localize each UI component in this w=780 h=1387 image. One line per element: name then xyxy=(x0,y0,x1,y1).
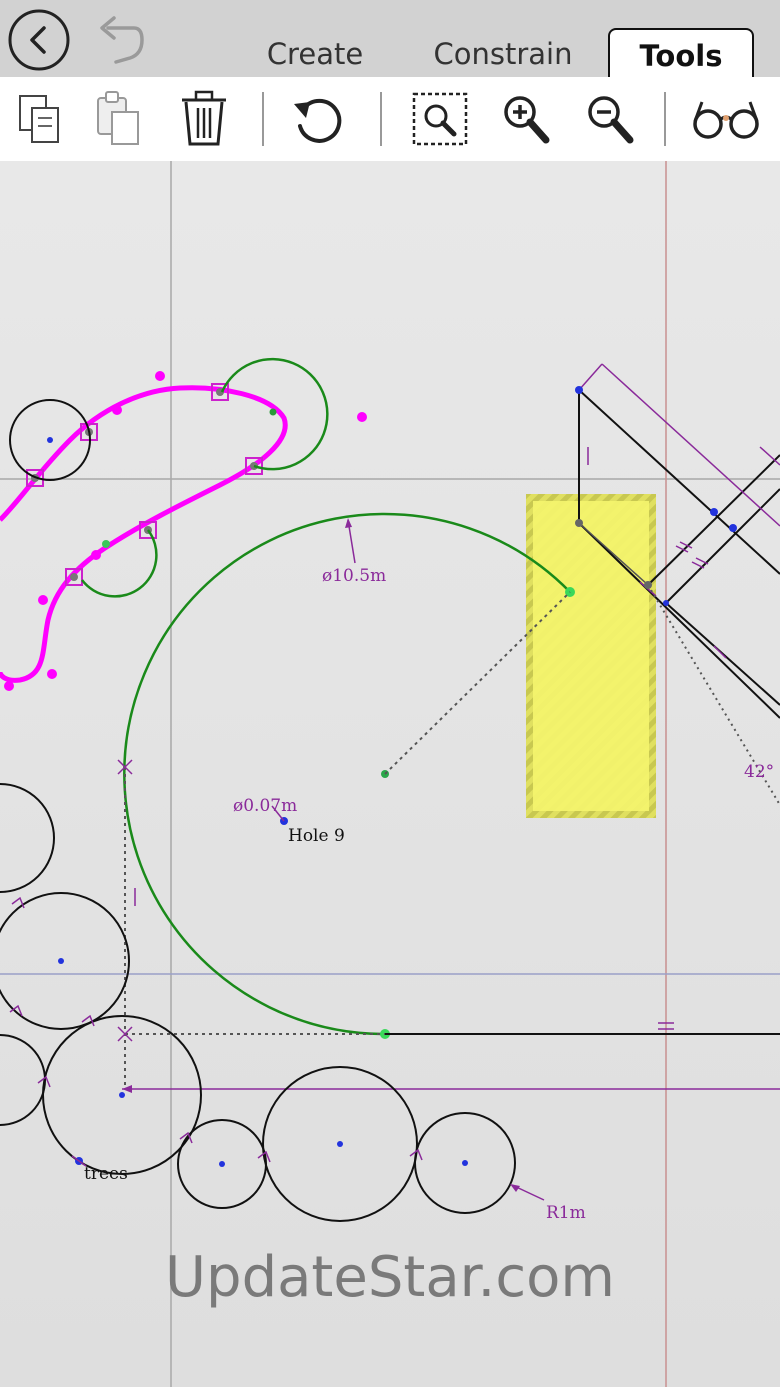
tab-tools[interactable]: Tools xyxy=(608,28,754,79)
zoom-out-icon[interactable] xyxy=(580,88,640,150)
copy-icon[interactable] xyxy=(12,88,72,150)
diameter-label-small: ø0.07m xyxy=(233,796,298,816)
hole-label: Hole 9 xyxy=(288,826,345,846)
back-button[interactable] xyxy=(6,8,72,74)
toolbar-divider xyxy=(262,92,264,146)
highlight-rectangle[interactable] xyxy=(526,494,656,818)
watermark: UpdateStar.com xyxy=(165,1245,615,1310)
paste-icon[interactable] xyxy=(90,88,150,150)
zoom-in-icon[interactable] xyxy=(496,88,556,150)
zoom-fit-icon[interactable] xyxy=(410,88,470,150)
undo-icon[interactable] xyxy=(94,12,146,68)
trash-icon[interactable] xyxy=(174,88,234,150)
trees-label: trees xyxy=(84,1164,128,1184)
drawing-canvas[interactable] xyxy=(0,161,780,1387)
angle-label: 42° xyxy=(744,762,775,782)
tab-constrain[interactable]: Constrain xyxy=(422,28,584,77)
radius-label: R1m xyxy=(546,1203,586,1223)
glasses-icon[interactable] xyxy=(690,88,762,150)
toolbar-divider xyxy=(664,92,666,146)
tab-create[interactable]: Create xyxy=(256,28,374,77)
toolbar-divider xyxy=(380,92,382,146)
rotate-icon[interactable] xyxy=(288,88,348,150)
diameter-label-large: ø10.5m xyxy=(322,566,387,586)
